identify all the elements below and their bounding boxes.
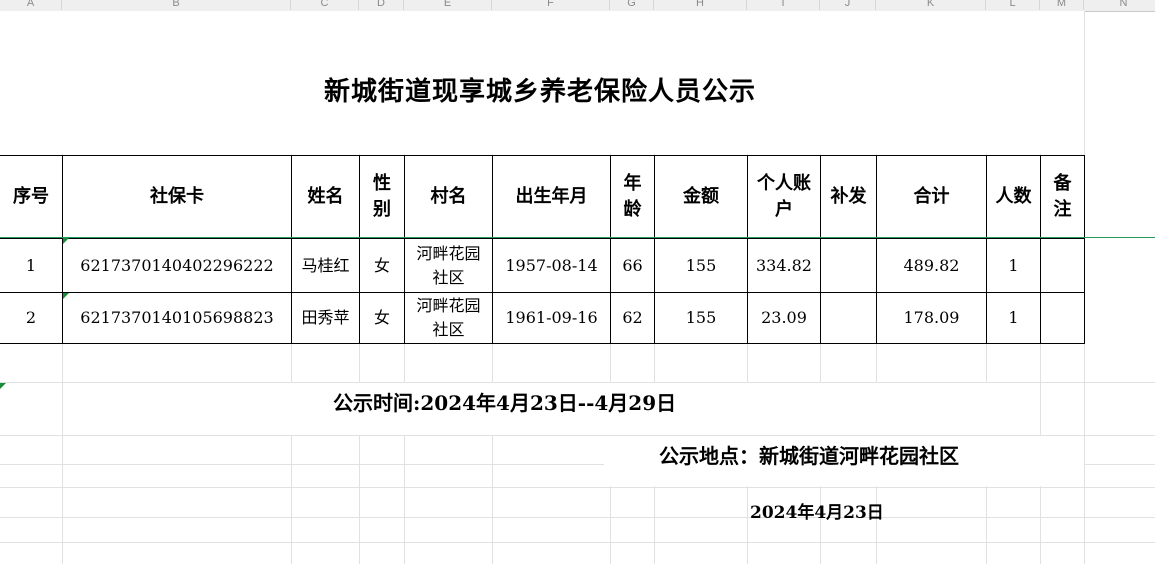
cell-text: 河畔花园 [416, 243, 481, 263]
header-seq[interactable]: 序号 [0, 155, 63, 239]
cell-age[interactable]: 66 [610, 238, 655, 293]
header-village[interactable]: 村名 [404, 155, 493, 239]
table-header-row: 序号 社保卡 姓名 性别 村名 出生年月 年龄 金额 个人账户 补发 合计 人数… [0, 155, 1085, 239]
cell-village[interactable]: 河畔花园 社区 [404, 292, 493, 344]
cell-text: 社区 [432, 320, 465, 339]
publicity-date: 2024年4月23日 [750, 503, 884, 523]
error-indicator-icon[interactable] [63, 238, 69, 244]
header-text: 合计 [913, 186, 950, 207]
cell-gender[interactable]: 女 [359, 292, 405, 344]
cell-amount[interactable]: 155 [654, 292, 748, 344]
cell-name[interactable]: 田秀苹 [291, 292, 360, 344]
cell-seq[interactable]: 1 [0, 238, 63, 293]
spreadsheet-grid[interactable]: 新城街道现享城乡养老保险人员公示 序号 社保卡 姓名 性别 村名 出生年月 年龄… [0, 11, 1155, 564]
column-header-i[interactable]: I [747, 0, 820, 10]
header-text: 出生年月 [515, 186, 588, 207]
publicity-period: 公示时间:2024年4月23日--4月29日 [333, 391, 677, 415]
page-title: 新城街道现享城乡养老保险人员公示 [323, 77, 756, 107]
cell-total[interactable]: 489.82 [876, 238, 987, 293]
column-header-b[interactable]: B [62, 0, 291, 10]
column-header-n[interactable]: N [1084, 0, 1155, 10]
cell-count[interactable]: 1 [986, 292, 1041, 344]
header-text: 人数 [995, 186, 1032, 207]
column-header-k[interactable]: K [876, 0, 986, 10]
header-text: 姓名 [307, 186, 344, 207]
cell-text: 河畔花园 [416, 296, 481, 315]
table-row: 2 6217370140105698823 田秀苹 女 河畔花园社区 1961-… [0, 292, 1085, 344]
header-account[interactable]: 个人账户 [747, 155, 821, 239]
cell-card[interactable]: 6217370140402296222 [62, 238, 292, 293]
cell-note[interactable] [1040, 292, 1085, 344]
column-header-h[interactable]: H [654, 0, 747, 10]
error-indicator-icon[interactable] [0, 383, 6, 389]
cell-reissue[interactable] [820, 238, 877, 293]
header-note[interactable]: 备注 [1040, 155, 1085, 239]
cell-seq[interactable]: 2 [0, 292, 63, 344]
header-text: 社保卡 [150, 186, 204, 207]
cell-total[interactable]: 178.09 [876, 292, 987, 344]
header-text: 户 [775, 199, 793, 220]
cell-birth[interactable]: 1957-08-14 [492, 238, 611, 293]
gridline [0, 542, 1155, 543]
pension-table: 序号 社保卡 姓名 性别 村名 出生年月 年龄 金额 个人账户 补发 合计 人数… [0, 155, 1085, 344]
column-header-f[interactable]: F [492, 0, 610, 10]
header-text: 村名 [430, 186, 467, 207]
column-header-l[interactable]: L [986, 0, 1040, 10]
cell-text: 社区 [432, 267, 465, 287]
header-text: 序号 [13, 186, 49, 207]
header-text: 年 [623, 173, 642, 194]
column-header-g[interactable]: G [610, 0, 654, 10]
header-text: 性 [373, 173, 391, 194]
header-amount[interactable]: 金额 [654, 155, 748, 239]
column-header-d[interactable]: D [359, 0, 404, 10]
cell-age[interactable]: 62 [610, 292, 655, 344]
cell-account[interactable]: 23.09 [747, 292, 821, 344]
header-text: 龄 [623, 199, 642, 220]
header-text: 备 [1053, 173, 1072, 194]
cell-count[interactable]: 1 [986, 238, 1041, 293]
publicity-location: 公示地点：新城街道河畔花园社区 [659, 444, 959, 468]
cell-name[interactable]: 马桂红 [291, 238, 360, 293]
column-header-a[interactable]: A [0, 0, 62, 10]
cell-reissue[interactable] [820, 292, 877, 344]
cell-note[interactable] [1040, 238, 1085, 293]
header-text: 金额 [683, 186, 719, 207]
table-row: 1 6217370140402296222 马桂红 女 河畔花园社区 1957-… [0, 238, 1085, 293]
header-gender[interactable]: 性别 [359, 155, 405, 239]
header-birth[interactable]: 出生年月 [492, 155, 611, 239]
cell-amount[interactable]: 155 [654, 238, 748, 293]
cell-card[interactable]: 6217370140105698823 [62, 292, 292, 344]
gridline [0, 487, 1155, 488]
header-card[interactable]: 社保卡 [62, 155, 292, 239]
header-reissue[interactable]: 补发 [820, 155, 877, 239]
column-header-m[interactable]: M [1040, 0, 1084, 10]
column-header-c[interactable]: C [291, 0, 359, 10]
selection-indicator-line [0, 237, 1155, 238]
error-indicator-icon[interactable] [63, 293, 69, 299]
header-text: 个人账 [757, 173, 811, 194]
cell-village[interactable]: 河畔花园 社区 [404, 238, 493, 293]
cell-account[interactable]: 334.82 [747, 238, 821, 293]
header-name[interactable]: 姓名 [291, 155, 360, 239]
header-count[interactable]: 人数 [986, 155, 1041, 239]
header-text: 别 [373, 199, 391, 220]
column-header-j[interactable]: J [820, 0, 876, 10]
gridline [0, 517, 1155, 518]
cell-birth[interactable]: 1961-09-16 [492, 292, 611, 344]
column-header-e[interactable]: E [404, 0, 492, 10]
header-text: 补发 [830, 186, 867, 207]
header-text: 注 [1053, 199, 1072, 220]
header-age[interactable]: 年龄 [610, 155, 655, 239]
cell-gender[interactable]: 女 [359, 238, 405, 293]
header-total[interactable]: 合计 [876, 155, 987, 239]
